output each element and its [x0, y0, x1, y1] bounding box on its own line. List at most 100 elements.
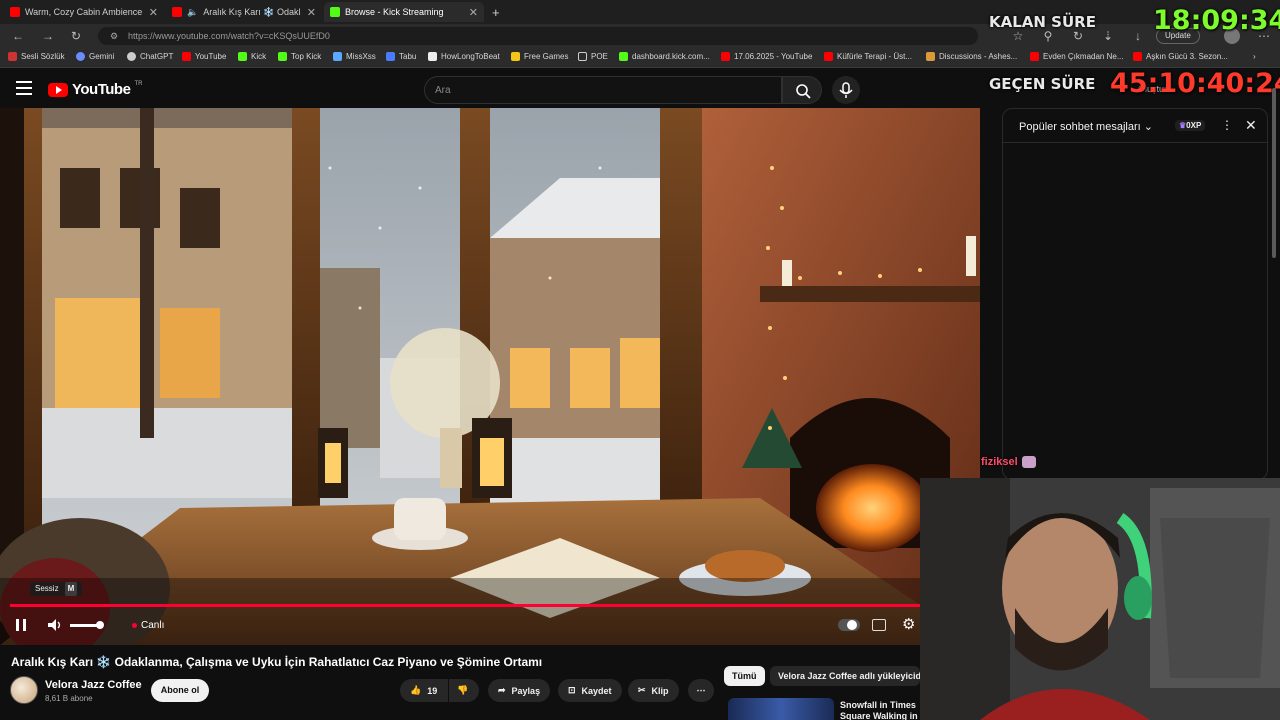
address-bar[interactable]: ⚙ https://www.youtube.com/watch?v=cKSQsU… — [98, 27, 978, 45]
browser-tab-1[interactable]: Warm, Cozy Cabin Ambience – Co ✕ — [4, 2, 164, 22]
like-button[interactable]: 👍 19 — [400, 679, 448, 702]
bookmark-item[interactable]: YouTube — [182, 52, 226, 61]
more-actions-button[interactable]: ⋯ — [688, 679, 714, 702]
pause-icon — [16, 619, 26, 631]
youtube-wordmark: YouTube — [72, 81, 131, 98]
live-label: Canlı — [141, 620, 165, 631]
page-scrollbar[interactable] — [1272, 88, 1276, 258]
pause-button[interactable] — [14, 617, 28, 636]
url-path: /watch?v=cKSQsUUEfD0 — [228, 31, 330, 41]
close-icon[interactable]: ✕ — [1245, 117, 1257, 134]
search-input[interactable] — [425, 77, 781, 103]
youtube-icon — [824, 52, 833, 61]
mute-tooltip: Sessiz M — [30, 582, 83, 596]
bookmark-item[interactable]: 17.06.2025 - YouTube — [721, 52, 812, 61]
channel-name-link[interactable]: Velora Jazz Coffee — [45, 679, 142, 691]
url-host: https://www.youtube.com — [128, 31, 229, 41]
clip-button[interactable]: ✂ Klip — [628, 679, 679, 702]
recommendation-title[interactable]: Snowfall in Times Square Walking in New … — [840, 700, 920, 720]
chat-header: Popüler sohbet mesajları ⌄ ♛0XP ⋮ ✕ — [1003, 109, 1267, 143]
elapsed-time-value: 45:10:40:24 — [1110, 68, 1280, 99]
live-chat-panel: Popüler sohbet mesajları ⌄ ♛0XP ⋮ ✕ — [1002, 108, 1268, 480]
kick-icon — [619, 52, 628, 61]
voice-search-button[interactable] — [832, 76, 860, 104]
bookmark-item[interactable]: POE — [578, 52, 608, 61]
tab-label: Warm, Cozy Cabin Ambience – Co — [25, 7, 143, 17]
bookmark-item[interactable]: Sesli Sözlük — [8, 52, 65, 61]
video-player[interactable] — [0, 108, 980, 645]
speaker-icon[interactable]: 🔈 — [187, 7, 198, 18]
youtube-icon — [182, 52, 191, 61]
settings-gear-icon[interactable]: ⚙ — [902, 615, 915, 633]
browser-tab-2[interactable]: 🔈 Aralık Kış Karı ❄️ Odaklanma ✕ — [166, 2, 322, 22]
streamer-name-overlay: fiziksel — [981, 456, 1036, 468]
youtube-play-icon — [48, 82, 68, 97]
bookmark-item[interactable]: Evden Çıkmadan Ne... — [1030, 52, 1123, 61]
bookmark-icon: ⊡ — [568, 685, 576, 695]
more-options-icon[interactable]: ⋮ — [1221, 118, 1233, 132]
dislike-button[interactable]: 👎 — [449, 679, 479, 702]
new-tab-button[interactable]: + — [486, 2, 506, 22]
youtube-logo[interactable]: YouTube TR — [48, 81, 142, 98]
bookmark-item[interactable]: HowLongToBeat — [428, 52, 500, 61]
bookmark-item[interactable]: Free Games — [511, 52, 568, 61]
autoplay-toggle[interactable] — [838, 619, 860, 631]
subscribe-button[interactable]: Abone ol — [151, 679, 209, 702]
live-indicator[interactable]: Canlı — [132, 620, 164, 631]
bookmark-icon — [8, 52, 17, 61]
recommendation-thumbnail[interactable] — [728, 698, 834, 720]
volume-button[interactable] — [46, 617, 64, 636]
bookmark-item[interactable]: Gemini — [76, 52, 114, 61]
tab-label: Browse - Kick Streaming — [345, 7, 444, 17]
forward-arrow-icon[interactable]: → — [40, 28, 56, 44]
browser-tab-3[interactable]: Browse - Kick Streaming ✕ — [324, 2, 484, 22]
webcam-image — [920, 478, 1280, 720]
bookmark-item[interactable]: Küfürle Terapi - Üst... — [824, 52, 912, 61]
search-button[interactable] — [782, 76, 822, 104]
xp-badge[interactable]: ♛0XP — [1175, 120, 1206, 131]
bookmark-item[interactable]: ChatGPT — [127, 52, 173, 61]
channel-avatar[interactable] — [10, 676, 38, 704]
bookmark-item[interactable]: Discussions - Ashes... — [926, 52, 1017, 61]
like-count: 19 — [427, 685, 438, 696]
youtube-icon — [10, 7, 20, 17]
subscriber-count: 8,61 B abone — [45, 694, 93, 703]
chip-all[interactable]: Tümü — [724, 666, 765, 686]
bookmark-icon — [428, 52, 437, 61]
remaining-time-label: KALAN SÜRE — [989, 13, 1096, 31]
video-frame — [0, 108, 980, 645]
volume-slider-handle[interactable] — [96, 621, 104, 629]
download-arrow-icon[interactable]: ↓ — [1130, 28, 1146, 44]
bookmark-item[interactable]: Aşkın Gücü 3. Sezon... — [1133, 52, 1228, 61]
chip-channel[interactable]: Velora Jazz Coffee adlı yükleyiciden — [770, 666, 920, 686]
search-icon — [796, 84, 811, 99]
bookmark-icon — [386, 52, 395, 61]
hamburger-menu-icon[interactable] — [16, 81, 32, 95]
chat-mode-dropdown[interactable]: Popüler sohbet mesajları ⌄ — [1019, 120, 1153, 133]
progress-bar[interactable] — [10, 604, 920, 607]
microphone-icon — [839, 82, 853, 98]
share-button[interactable]: ➦ Paylaş — [488, 679, 551, 702]
subtitles-icon[interactable] — [872, 619, 886, 631]
save-button[interactable]: ⊡ Kaydet — [558, 679, 622, 702]
bookmark-item[interactable]: Top Kick — [278, 52, 321, 61]
bookmark-item[interactable]: Tabu — [386, 52, 416, 61]
scissors-icon: ✂ — [638, 685, 646, 695]
bookmark-item[interactable]: Kick — [238, 52, 266, 61]
kick-icon — [238, 52, 247, 61]
elapsed-time-label: GEÇEN SÜRE — [989, 75, 1096, 93]
streamer-emote-icon — [1021, 456, 1036, 468]
download-icon[interactable]: ⇣ — [1100, 28, 1116, 44]
site-info-icon[interactable]: ⚙ — [110, 27, 118, 45]
bookmark-icon — [926, 52, 935, 61]
bookmark-item[interactable]: dashboard.kick.com... — [619, 52, 710, 61]
close-tab-icon[interactable]: ✕ — [469, 6, 478, 19]
chevron-right-icon[interactable]: › — [1253, 52, 1256, 61]
folder-icon — [578, 52, 587, 61]
close-tab-icon[interactable]: ✕ — [307, 6, 316, 19]
back-arrow-icon[interactable]: ← — [10, 28, 26, 44]
youtube-icon — [172, 7, 182, 17]
bookmark-item[interactable]: MissXss — [333, 52, 376, 61]
close-tab-icon[interactable]: ✕ — [149, 6, 158, 19]
reload-icon[interactable]: ↻ — [68, 28, 84, 44]
